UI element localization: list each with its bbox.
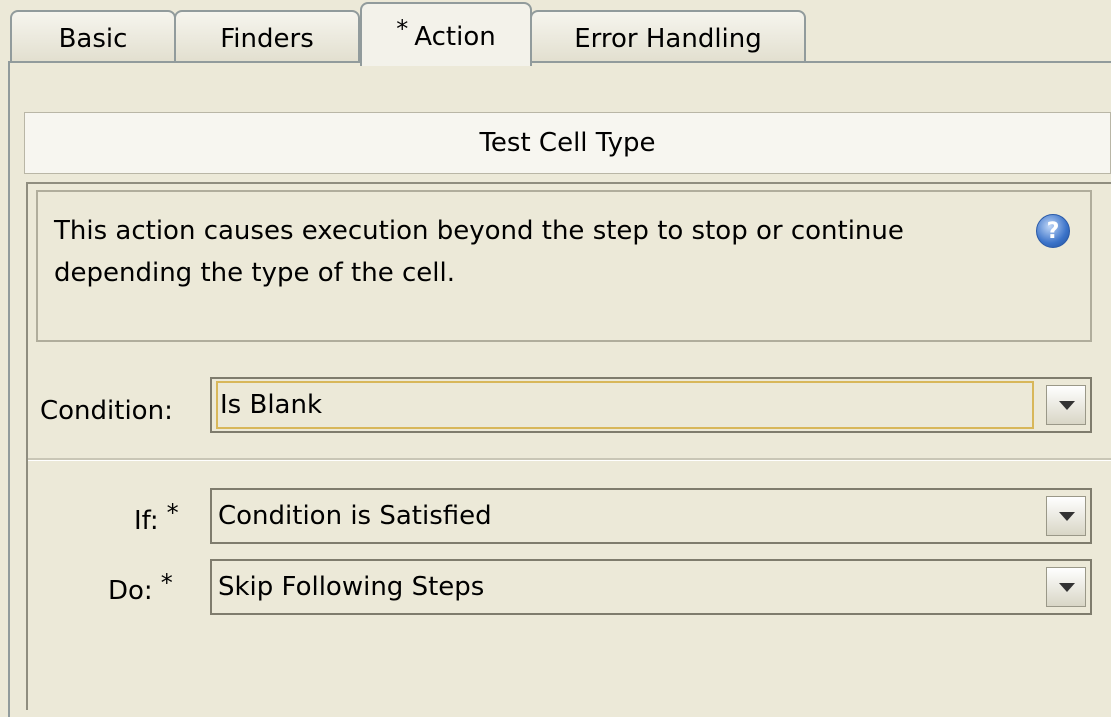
tab-finders-label: Finders [220,24,314,54]
required-marker-icon: * [160,569,173,597]
description-box: This action causes execution beyond the … [36,190,1092,342]
description-text: This action causes execution beyond the … [54,216,904,288]
help-icon[interactable]: ? [1036,214,1070,248]
do-label-text: Do: [108,576,153,606]
divider [28,458,1111,461]
condition-value: Is Blank [216,381,1034,429]
panel-title: Test Cell Type [24,112,1111,174]
tab-finders[interactable]: Finders [174,10,360,62]
tab-error-handling[interactable]: Error Handling [530,10,806,62]
condition-label: Condition: [40,396,173,426]
if-label-text: If: [134,506,159,536]
chevron-down-icon[interactable] [1046,496,1086,536]
condition-select[interactable]: Is Blank [210,377,1092,433]
tab-action[interactable]: * Action [360,2,532,66]
if-label: If: * [134,499,179,536]
tab-action-label: Action [414,22,496,52]
do-label: Do: * [108,569,173,606]
if-select[interactable]: Condition is Satisfied [210,488,1092,544]
chevron-down-icon[interactable] [1046,385,1086,425]
required-marker-icon: * [166,499,179,527]
tab-basic-label: Basic [58,24,128,54]
tab-basic[interactable]: Basic [10,10,176,62]
do-select[interactable]: Skip Following Steps [210,559,1092,615]
chevron-down-icon[interactable] [1046,567,1086,607]
do-value: Skip Following Steps [218,572,485,602]
tab-error-handling-label: Error Handling [574,24,762,54]
if-value: Condition is Satisfied [218,501,492,531]
modified-marker-icon: * [396,15,409,43]
tab-bar: Basic Finders * Action Error Handling [0,0,1111,66]
